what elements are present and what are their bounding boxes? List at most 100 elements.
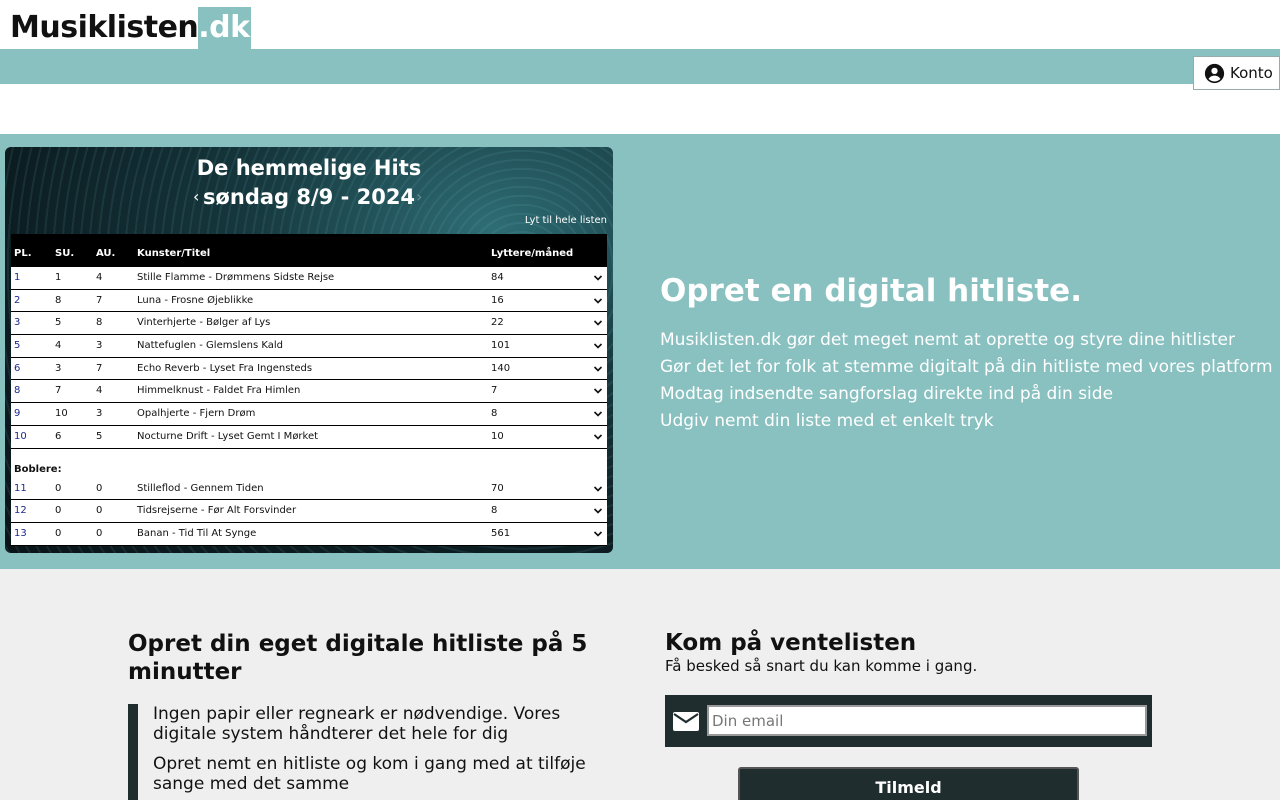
- hitlist-title: De hemmelige Hits: [196, 156, 422, 180]
- top-header: Musiklisten .dk: [0, 0, 1280, 49]
- table-row[interactable]: 3 5 8 Vinterhjerte - Bølger af Lys 22: [11, 312, 607, 336]
- table-row[interactable]: 6 3 7 Echo Reverb - Lyset Fra Ingensteds 140: [11, 357, 607, 381]
- waitlist-block: Kom på ventelisten Få besked så snart du…: [665, 630, 1165, 675]
- cell-au: 3: [96, 340, 103, 352]
- next-week-icon[interactable]: ›: [416, 187, 422, 206]
- cell-au: 4: [96, 272, 103, 283]
- cell-listeners: 8: [491, 505, 498, 517]
- cell-listeners: 70: [491, 482, 504, 494]
- cell-pl: 10: [14, 430, 27, 442]
- cell-au: 8: [96, 317, 103, 329]
- site-logo[interactable]: Musiklisten .dk: [10, 7, 251, 49]
- feature-item: Ingen papir eller regneark er nødvendige…: [153, 704, 561, 744]
- hero-heading: Opret en digital hitliste.: [660, 273, 1082, 309]
- cell-au: 7: [96, 294, 103, 306]
- cell-au: 0: [96, 505, 103, 517]
- chevron-down-icon[interactable]: [593, 506, 603, 516]
- table-row[interactable]: 13 0 0 Banan - Tid Til At Synge 561: [11, 522, 607, 546]
- hero-line: Udgiv nemt din liste med et enkelt tryk: [660, 411, 994, 431]
- cell-su: 0: [55, 482, 62, 494]
- cell-su: 4: [55, 340, 62, 352]
- hero-line: Gør det let for folk at stemme digitalt …: [660, 357, 1273, 377]
- subscribe-button[interactable]: Tilmeld: [738, 767, 1079, 800]
- email-form: [665, 695, 1152, 747]
- chevron-down-icon[interactable]: [593, 386, 603, 396]
- table-row[interactable]: 2 8 7 Luna - Frosne Øjeblikke 16: [11, 289, 607, 313]
- cell-su: 8: [55, 294, 62, 306]
- nav-bar: [0, 49, 1280, 84]
- cell-pl: 13: [14, 527, 27, 539]
- account-label: Konto: [1230, 64, 1273, 82]
- col-header-listeners: Lyttere/måned: [491, 248, 574, 259]
- cell-pl: 11: [14, 482, 27, 494]
- col-header-pl: PL.: [14, 248, 32, 259]
- cell-title: Luna - Frosne Øjeblikke: [137, 294, 254, 306]
- cell-title: Vinterhjerte - Bølger af Lys: [137, 317, 271, 329]
- hitlist-widget: De hemmelige Hits ‹ søndag 8/9 - 2024 › …: [5, 147, 613, 553]
- cell-pl: 2: [14, 294, 21, 306]
- col-header-au: AU.: [96, 248, 116, 259]
- cell-su: 0: [55, 527, 62, 539]
- table-row[interactable]: 1 1 4 Stille Flamme - Drømmens Sidste Rejse…: [11, 267, 607, 290]
- hero-text: Opret en digital hitliste. Musiklisten.d…: [660, 273, 1273, 435]
- logo-tld-text: .dk: [198, 7, 251, 49]
- cell-listeners: 7: [491, 385, 498, 397]
- cell-listeners: 22: [491, 317, 504, 329]
- chevron-down-icon[interactable]: [593, 273, 603, 283]
- cell-au: 0: [96, 527, 103, 539]
- cell-pl: 5: [14, 340, 21, 352]
- cell-listeners: 10: [491, 430, 504, 442]
- chevron-down-icon[interactable]: [593, 318, 603, 328]
- table-row[interactable]: 9 10 3 Opalhjerte - Fjern Drøm 8: [11, 403, 607, 426]
- hitlist-date: søndag 8/9 - 2024: [202, 185, 416, 209]
- cell-au: 3: [96, 408, 103, 420]
- chevron-down-icon[interactable]: [593, 296, 603, 306]
- cell-title: Himmelknust - Faldet Fra Himlen: [137, 385, 301, 397]
- account-button[interactable]: Konto: [1193, 56, 1280, 90]
- cell-title: Echo Reverb - Lyset Fra Ingensteds: [137, 362, 313, 374]
- table-row[interactable]: 5 4 3 Nattefuglen - Glemslens Kald 101: [11, 335, 607, 358]
- listen-full-list-link[interactable]: Lyt til hele listen: [525, 215, 607, 226]
- cell-title: Nocturne Drift - Lyset Gemt I Mørket: [137, 430, 319, 442]
- hitlist-table: PL. SU. AU. Kunster/Titel Lyttere/måned …: [11, 234, 607, 546]
- cell-title: Banan - Tid Til At Synge: [137, 527, 257, 539]
- chevron-down-icon[interactable]: [593, 484, 603, 494]
- chevron-down-icon[interactable]: [593, 364, 603, 374]
- cell-au: 7: [96, 362, 103, 374]
- boblere-heading: Boblere:: [11, 448, 607, 478]
- cell-listeners: 16: [491, 294, 504, 306]
- table-row[interactable]: 11 0 0 Stilleflod - Gennem Tiden 70: [11, 477, 607, 501]
- features-list: Ingen papir eller regneark er nødvendige…: [128, 704, 628, 800]
- col-header-title: Kunster/Titel: [137, 248, 211, 259]
- table-row[interactable]: 8 7 4 Himmelknust - Faldet Fra Himlen 7: [11, 380, 607, 404]
- table-row[interactable]: 10 6 5 Nocturne Drift - Lyset Gemt I Mørket…: [11, 425, 607, 449]
- cell-pl: 6: [14, 362, 21, 374]
- features-heading: Opret din eget digitale hitliste på 5 mi…: [128, 631, 588, 685]
- boblere-label: Boblere:: [14, 463, 62, 475]
- boblere-rows: 11 0 0 Stilleflod - Gennem Tiden 70 12 0 0 Tidsr…: [11, 477, 607, 546]
- chevron-down-icon[interactable]: [593, 341, 603, 351]
- mail-icon: [673, 712, 699, 731]
- cell-su: 7: [55, 385, 62, 397]
- cell-au: 5: [96, 430, 103, 442]
- chevron-down-icon[interactable]: [593, 432, 603, 442]
- cell-listeners: 8: [491, 408, 498, 420]
- hero-line: Musiklisten.dk gør det meget nemt at opr…: [660, 330, 1235, 350]
- chevron-down-icon[interactable]: [593, 409, 603, 419]
- account-circle-icon: [1204, 63, 1225, 83]
- logo-main-text: Musiklisten: [10, 10, 199, 45]
- cell-pl: 3: [14, 317, 21, 329]
- cell-listeners: 101: [491, 340, 511, 352]
- waitlist-subheading: Få besked så snart du kan komme i gang.: [665, 657, 978, 675]
- waitlist-heading: Kom på ventelisten: [665, 630, 917, 656]
- table-row[interactable]: 12 0 0 Tidsrejserne - Før Alt Forsvinder 8: [11, 500, 607, 523]
- email-input[interactable]: [707, 705, 1147, 736]
- col-header-su: SU.: [55, 248, 75, 259]
- cell-pl: 1: [14, 272, 21, 283]
- cell-su: 6: [55, 430, 62, 442]
- cell-title: Opalhjerte - Fjern Drøm: [137, 408, 256, 420]
- cell-au: 0: [96, 482, 103, 494]
- chevron-down-icon[interactable]: [593, 529, 603, 539]
- cell-su: 0: [55, 505, 62, 517]
- cell-title: Stilleflod - Gennem Tiden: [137, 482, 264, 494]
